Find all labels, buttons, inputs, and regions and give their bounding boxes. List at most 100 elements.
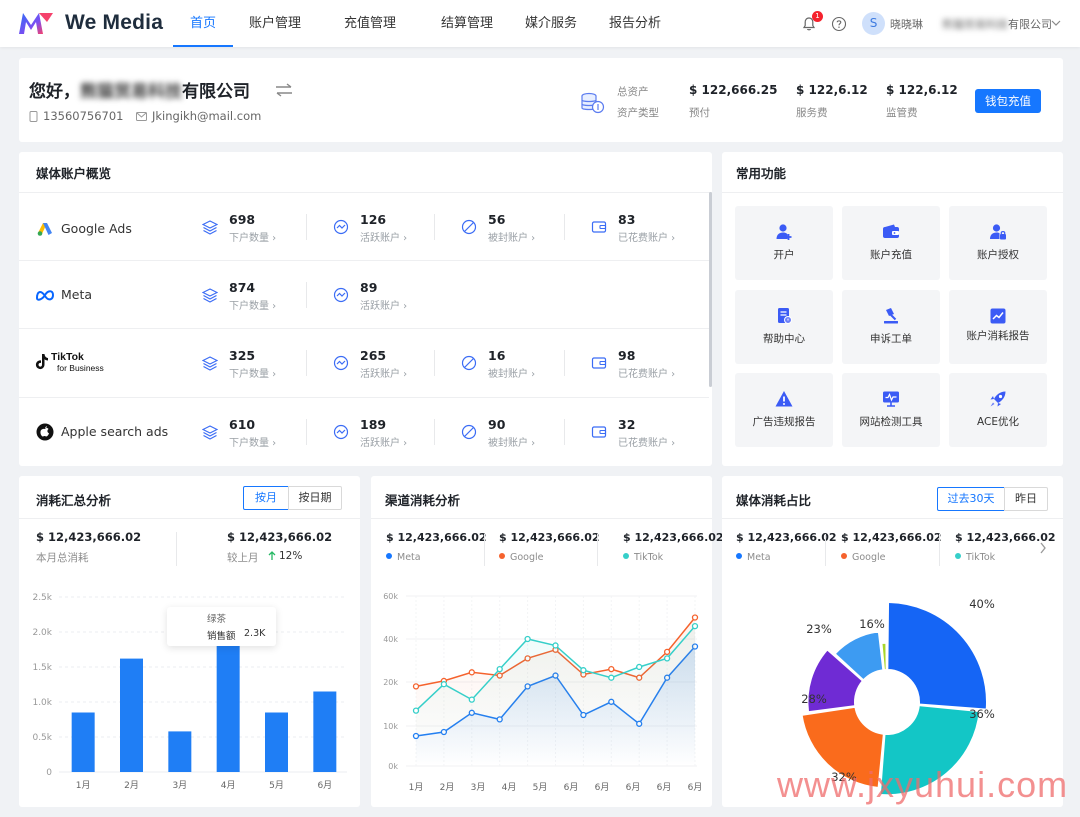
bar-4月	[217, 643, 240, 773]
email-address: Jkingikh@mail.com	[152, 109, 261, 123]
function-consumption-report[interactable]: 账户消耗报告	[949, 290, 1047, 364]
meta-icon	[35, 289, 55, 301]
legend-google: Google	[499, 552, 544, 563]
user-lock-icon	[989, 223, 1007, 241]
stat-label-link[interactable]: 活跃账户 ›	[360, 297, 407, 312]
x-tick-label: 1月	[76, 780, 91, 791]
summary-divider	[825, 534, 826, 566]
function-label: 广告违规报告	[735, 414, 833, 429]
compare-label: 较上月	[227, 550, 259, 565]
bar-6月	[313, 692, 336, 773]
function-account-recharge[interactable]: 账户充值	[842, 206, 940, 280]
nav-report-analysis[interactable]: 报告分析	[604, 0, 666, 47]
stat-divider	[306, 419, 307, 445]
stat-label-link[interactable]: 下户数量 ›	[229, 365, 276, 380]
legend-tiktok: TikTok	[623, 552, 663, 563]
chevron-right-icon[interactable]	[1039, 542, 1047, 554]
avatar[interactable]: S	[862, 12, 885, 35]
summary-divider	[484, 534, 485, 566]
nav-settlement-management[interactable]: 结算管理	[436, 0, 498, 47]
function-label: 账户消耗报告	[949, 328, 1047, 343]
point-Google	[693, 615, 698, 620]
toggle-by-date[interactable]: 按日期	[288, 486, 342, 510]
legend-label: Meta	[747, 552, 771, 563]
function-help-center[interactable]: 帮助中心	[735, 290, 833, 364]
point-Google	[665, 649, 670, 654]
layers-icon	[202, 355, 218, 371]
stat-label-link[interactable]: 下户数量 ›	[229, 434, 276, 449]
slice-label: 40%	[969, 597, 995, 611]
stat-value: 189	[360, 417, 386, 432]
stat-label-link[interactable]: 活跃账户 ›	[360, 434, 407, 449]
phone-number: 13560756701	[43, 109, 123, 123]
asset-total-label: 总资产	[617, 84, 649, 99]
function-label: ACE优化	[949, 414, 1047, 429]
stat-value: 610	[229, 417, 255, 432]
platform-name: Google Ads	[61, 221, 132, 236]
stat-label-link[interactable]: 活跃账户 ›	[360, 229, 407, 244]
stat-value: 325	[229, 348, 255, 363]
user-name[interactable]: 晓晓琳	[890, 16, 923, 32]
help-icon[interactable]	[831, 16, 847, 32]
stat-value: 32	[618, 417, 635, 432]
point-TikTok	[497, 667, 502, 672]
wallet-recharge-button[interactable]: 钱包充值	[975, 89, 1041, 113]
nav-media-service[interactable]: 媒介服务	[520, 0, 582, 47]
stat-value: 16	[488, 348, 505, 363]
rocket-icon	[989, 390, 1007, 408]
apple-icon	[36, 423, 54, 441]
stat-label-link[interactable]: 已花费账户 ›	[618, 365, 675, 380]
toggle-yesterday[interactable]: 昨日	[1004, 487, 1048, 511]
legend-dot	[623, 553, 629, 559]
stat-label-link[interactable]: 被封账户 ›	[488, 434, 535, 449]
overview-row-meta[interactable]: Meta	[19, 261, 709, 328]
spent-wallet-icon	[591, 219, 607, 235]
stat-label-link[interactable]: 被封账户 ›	[488, 229, 535, 244]
consumption-header-divider	[19, 518, 360, 519]
consumption-title: 消耗汇总分析	[36, 490, 111, 509]
legend-meta: Meta	[386, 552, 421, 563]
company-switcher[interactable]: 熊猫贸易科技有限公司	[942, 16, 1052, 32]
stat-label-link[interactable]: 活跃账户 ›	[360, 365, 407, 380]
stat-label-link[interactable]: 已花费账户 ›	[618, 434, 675, 449]
stat-label-link[interactable]: 下户数量 ›	[229, 229, 276, 244]
brand-logo[interactable]: We Media	[17, 10, 163, 36]
nav-recharge-management[interactable]: 充值管理	[339, 0, 401, 47]
toggle-by-month[interactable]: 按月	[243, 486, 289, 510]
stat-divider	[564, 350, 565, 376]
function-ad-violation-report[interactable]: 广告违规报告	[735, 373, 833, 447]
activity-icon	[333, 219, 349, 235]
asset-prepaid-label: 预付	[689, 105, 710, 120]
asset-type-label: 资产类型	[617, 105, 659, 120]
watermark: www.jxyuhui.com	[777, 764, 1068, 806]
x-tick-label: 1月	[409, 782, 424, 793]
function-open-account[interactable]: 开户	[735, 206, 833, 280]
slice-label: 23%	[806, 622, 832, 636]
overview-scrollbar[interactable]	[709, 192, 712, 387]
stat-divider	[434, 419, 435, 445]
stat-label-link[interactable]: 被封账户 ›	[488, 365, 535, 380]
channel-consumption-line-chart: 0k10k20k40k60k1月2月3月4月5月6月6月6月6月6月	[371, 576, 712, 801]
summary-divider	[176, 532, 177, 566]
nav-home[interactable]: 首页	[173, 0, 233, 47]
activity-icon	[333, 424, 349, 440]
function-account-authorization[interactable]: 账户授权	[949, 206, 1047, 280]
function-label: 开户	[735, 247, 833, 262]
toggle-past-30-days[interactable]: 过去30天	[937, 487, 1005, 511]
legend-dot	[955, 553, 961, 559]
email-icon	[136, 112, 147, 121]
nav-account-management[interactable]: 账户管理	[244, 0, 306, 47]
share-header-divider	[722, 518, 1063, 519]
function-ace-optimization[interactable]: ACE优化	[949, 373, 1047, 447]
chevron-down-icon[interactable]	[1051, 19, 1061, 27]
report-chart-icon	[989, 307, 1007, 325]
stat-label-link[interactable]: 已花费账户 ›	[618, 229, 675, 244]
greeting: 您好，熊猫贸易科技有限公司	[29, 77, 250, 102]
phone-icon	[29, 111, 38, 122]
asset-regulatory-fee-label: 监管费	[886, 105, 918, 120]
stat-label-link[interactable]: 下户数量 ›	[229, 297, 276, 312]
legend-meta: Meta	[736, 552, 771, 563]
function-website-checker[interactable]: 网站检测工具	[842, 373, 940, 447]
function-appeal-ticket[interactable]: 申诉工单	[842, 290, 940, 364]
switch-company-icon[interactable]	[274, 83, 294, 97]
